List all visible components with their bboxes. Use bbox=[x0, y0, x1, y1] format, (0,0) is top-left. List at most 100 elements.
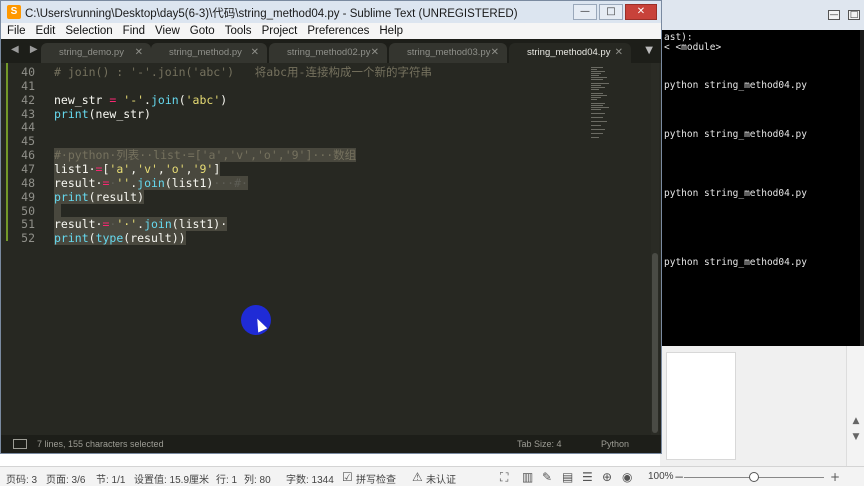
menu-item-tools[interactable]: Tools bbox=[225, 25, 252, 37]
row-info: 行: 1 bbox=[216, 475, 238, 486]
minimap-line bbox=[591, 73, 601, 74]
code-editor[interactable]: 40 # join() : '-'.join('abc') 将abc用-连接构成一… bbox=[1, 63, 661, 435]
zoom-level[interactable]: 100% bbox=[648, 471, 674, 482]
close-button[interactable]: ✕ bbox=[625, 4, 657, 20]
scroll-down-icon[interactable]: ▼ bbox=[851, 432, 861, 442]
code-line[interactable]: 48 result·=·''.join(list1)···#· bbox=[1, 175, 591, 190]
page-view-icon[interactable]: ▤ bbox=[562, 470, 573, 484]
document-status-bar: 页码: 3 页面: 3/6 节: 1/1 设置值: 15.9厘米 行: 1 列:… bbox=[0, 466, 864, 486]
tab-nav-arrows-icon[interactable]: ◀ ▶ bbox=[11, 44, 42, 55]
code-line[interactable]: 46 #·python·列表··list·=['a','v','o','9']··… bbox=[1, 148, 591, 163]
terminal-scrollbar[interactable] bbox=[860, 30, 864, 346]
menu-item-file[interactable]: File bbox=[7, 25, 26, 37]
code-token: ( bbox=[178, 92, 186, 107]
tab-close-icon[interactable]: ✕ bbox=[251, 43, 259, 63]
minimize-button[interactable]: — bbox=[573, 4, 597, 20]
line-number: 48 bbox=[21, 175, 35, 190]
editor-scrollbar-thumb[interactable] bbox=[652, 253, 658, 433]
tab-list-dropdown-icon[interactable]: ▼ bbox=[645, 45, 653, 56]
edit-icon[interactable]: ✎ bbox=[542, 470, 552, 484]
terminal-titlebar: — □ bbox=[660, 0, 864, 30]
menu-item-project[interactable]: Project bbox=[262, 25, 298, 37]
window-title: C:\Users\running\Desktop\day5(6-3)\代码\st… bbox=[25, 8, 518, 20]
tab-label: string_method04.py bbox=[527, 47, 611, 58]
tab-close-icon[interactable]: ✕ bbox=[491, 43, 499, 63]
zoom-in-icon[interactable]: + bbox=[830, 470, 840, 484]
zoom-slider-handle[interactable] bbox=[749, 472, 759, 482]
terminal-line: python string_method04.py bbox=[664, 257, 807, 268]
zoom-out-icon[interactable]: − bbox=[674, 470, 684, 484]
minimap-line bbox=[591, 89, 599, 90]
code-line[interactable]: 47 list1·=['a','v','o','9'] bbox=[1, 161, 591, 176]
code-text: new_str = '-'.join('abc') bbox=[54, 93, 227, 107]
code-text: print(type(result)) bbox=[54, 231, 186, 246]
code-line[interactable]: 43 print(new_str) bbox=[1, 107, 591, 121]
minimap-line bbox=[591, 137, 599, 138]
minimap-line bbox=[591, 69, 597, 70]
document-scrollbar[interactable]: ▲ ▼ bbox=[846, 346, 864, 466]
tab-label: string_demo.py bbox=[59, 47, 124, 58]
minimap[interactable] bbox=[589, 63, 639, 143]
tab-string_method04-py[interactable]: string_method04.py ✕ bbox=[509, 43, 631, 63]
scroll-up-icon[interactable]: ▲ bbox=[851, 416, 861, 426]
tab-string_method03-py[interactable]: string_method03.py ✕ bbox=[389, 43, 507, 63]
code-line[interactable]: 40 # join() : '-'.join('abc') 将abc用-连接构成一… bbox=[1, 65, 591, 79]
menu-item-selection[interactable]: Selection bbox=[65, 25, 112, 37]
tab-string_method-py[interactable]: string_method.py ✕ bbox=[151, 43, 267, 63]
code-line[interactable]: 45 bbox=[1, 134, 591, 148]
auth-status[interactable]: 未认证 bbox=[426, 471, 456, 486]
code-token: ( bbox=[88, 231, 96, 246]
code-token: (list1) bbox=[164, 175, 214, 190]
code-line[interactable]: 49 print(result) bbox=[1, 189, 591, 204]
terminal-line: python string_method04.py bbox=[664, 80, 807, 91]
code-line[interactable]: 50 bbox=[1, 203, 591, 218]
spellcheck-icon[interactable]: ☑ bbox=[342, 470, 353, 484]
code-line[interactable]: 42 new_str = '-'.join('abc') bbox=[1, 93, 591, 107]
fullscreen-icon[interactable]: ⛶ bbox=[500, 470, 508, 485]
line-number: 40 bbox=[21, 65, 35, 79]
menu-item-help[interactable]: Help bbox=[379, 25, 403, 37]
code-line[interactable]: 51 result·=·'·'.join(list1)· bbox=[1, 217, 591, 232]
code-token: print bbox=[54, 231, 89, 246]
line-number: 47 bbox=[21, 161, 35, 176]
read-mode-icon[interactable]: ▥ bbox=[522, 470, 533, 484]
code-text: #·python·列表··list·=['a','v','o','9']···数… bbox=[54, 148, 357, 163]
editor-scrollbar[interactable] bbox=[651, 63, 659, 435]
minimap-line bbox=[591, 109, 601, 110]
menu-item-preferences[interactable]: Preferences bbox=[307, 25, 369, 37]
tab-close-icon[interactable]: ✕ bbox=[135, 43, 143, 63]
menu-item-find[interactable]: Find bbox=[123, 25, 145, 37]
code-token: # join() : '-'.join('abc') 将abc用-连接构成一个新… bbox=[54, 65, 432, 79]
code-token: , bbox=[157, 161, 165, 176]
code-token: '·' bbox=[116, 217, 138, 232]
tab-close-icon[interactable]: ✕ bbox=[371, 43, 379, 63]
code-token: '' bbox=[116, 175, 131, 190]
menu-item-goto[interactable]: Goto bbox=[190, 25, 215, 37]
outline-view-icon[interactable]: ☰ bbox=[582, 470, 593, 484]
terminal-minimize-button[interactable]: — bbox=[828, 10, 840, 20]
line-number: 44 bbox=[21, 120, 35, 135]
spellcheck-label[interactable]: 拼写检查 bbox=[356, 471, 396, 486]
tab-string_demo-py[interactable]: string_demo.py ✕ bbox=[41, 43, 151, 63]
panel-toggle-icon[interactable] bbox=[13, 439, 27, 449]
tab-size-status[interactable]: Tab Size: 4 bbox=[517, 439, 562, 449]
tab-close-icon[interactable]: ✕ bbox=[615, 43, 623, 63]
page-of: 页面: 3/6 bbox=[46, 475, 86, 486]
code-line[interactable]: 52 print(type(result)) bbox=[1, 231, 591, 246]
code-line[interactable]: 44 bbox=[1, 120, 591, 134]
syntax-status[interactable]: Python bbox=[601, 439, 629, 449]
code-token: , bbox=[185, 161, 193, 176]
tab-string_method02-py[interactable]: string_method02.py ✕ bbox=[269, 43, 387, 63]
web-view-icon[interactable]: ⊕ bbox=[602, 470, 612, 484]
line-number: 45 bbox=[21, 134, 35, 149]
code-line[interactable]: 41 bbox=[1, 79, 591, 93]
code-token: join bbox=[144, 217, 172, 232]
terminal-maximize-button[interactable]: □ bbox=[848, 10, 860, 20]
eye-protect-icon[interactable]: ◉ bbox=[622, 470, 632, 484]
menu-item-edit[interactable]: Edit bbox=[36, 25, 56, 37]
minimap-line bbox=[591, 77, 607, 78]
minimap-line bbox=[591, 87, 605, 88]
menu-item-view[interactable]: View bbox=[155, 25, 180, 37]
maximize-button[interactable]: □ bbox=[599, 4, 623, 20]
line-number: 50 bbox=[21, 203, 35, 218]
